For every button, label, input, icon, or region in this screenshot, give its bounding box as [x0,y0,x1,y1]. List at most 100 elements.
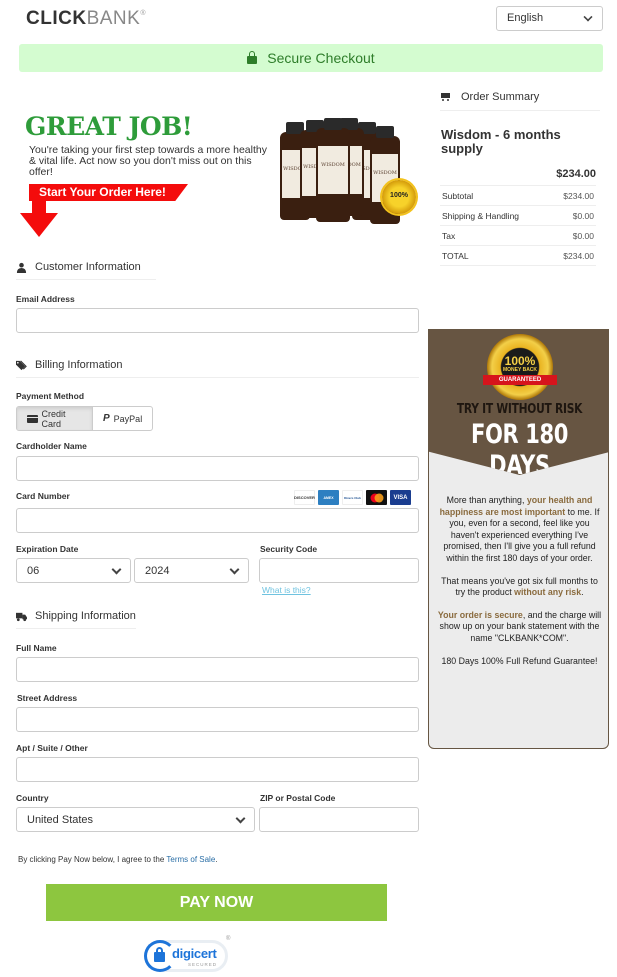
customer-info-title: Customer Information [35,261,141,273]
shipping-info-heading: Shipping Information [16,610,136,629]
arrow-head-icon [20,213,58,237]
chevron-down-icon [583,12,593,22]
bottle-image [316,118,350,222]
digicert-name: digicert [172,946,217,961]
expiration-label: Expiration Date [16,544,79,554]
card-brand-logos: DISCOVER AMEX Diners Club VISA [294,490,411,505]
street-address-label: Street Address [17,693,78,703]
card-number-field[interactable] [16,508,419,533]
payment-method-label: Payment Method [16,391,85,401]
visa-card-icon: VISA [390,490,411,505]
language-select[interactable]: English [496,6,603,31]
guarantee-body: More than anything, your health and happ… [437,495,602,678]
credit-card-icon [27,414,39,423]
billing-info-title: Billing Information [35,359,123,371]
guarantee-paragraph: 180 Days 100% Full Refund Guarantee! [441,655,598,666]
paypal-label: PayPal [113,413,143,424]
diners-card-icon: Diners Club [342,490,363,505]
email-field[interactable] [16,308,419,333]
guarantee-header: 100% MONEY BACK GUARANTEED TRY IT WITHOU… [429,330,608,475]
exp-year-value: 2024 [145,565,170,577]
mastercard-icon [366,490,387,505]
chevron-down-icon [111,564,122,575]
guarantee-paragraph: Your order is secure, and the charge wil… [437,609,602,643]
secure-checkout-banner: Secure Checkout [19,44,603,72]
clickbank-logo: CLICKBANK® [26,8,146,30]
secure-checkout-label: Secure Checkout [267,50,375,66]
start-order-banner: Start Your Order Here! [29,184,188,201]
summary-row: Shipping & Handling $0.00 [440,205,596,226]
arrow-down-icon [32,200,46,214]
product-price: $234.00 [556,168,596,180]
guarantee-panel: 100% MONEY BACK GUARANTEED TRY IT WITHOU… [428,329,609,749]
credit-card-option[interactable]: Credit Card [17,407,93,430]
guarantee-line1: TRY IT WITHOUT RISK [456,402,583,417]
paypal-icon: P [103,413,110,424]
money-back-badge-icon: 100% MONEY BACK [487,334,553,400]
product-name: Wisdom - 6 months supply [441,127,561,156]
credit-card-label: Credit Card [41,408,66,429]
truck-icon [16,612,27,621]
logo-bold-text: CLICK [26,8,87,29]
summary-row: TOTAL $234.00 [440,245,596,266]
apt-suite-label: Apt / Suite / Other [16,743,88,753]
lock-icon [247,51,258,64]
street-address-field[interactable] [16,707,419,732]
guaranteed-ribbon: GUARANTEED [483,375,557,385]
guarantee-seal-icon [382,180,416,214]
what-is-this-link[interactable]: What is this? [262,585,311,595]
lock-icon [154,947,165,962]
digicert-seal[interactable]: digicert SECURED ® [144,936,231,974]
hero-title: GREAT JOB! [25,112,193,141]
language-value: English [507,12,544,24]
customer-info-heading: Customer Information [16,261,156,280]
full-name-label: Full Name [16,643,57,653]
terms-text: By clicking Pay Now below, I agree to th… [18,855,218,864]
card-number-label: Card Number [16,491,70,501]
shopping-cart-icon [440,92,451,102]
exp-year-select[interactable]: 2024 [134,558,249,583]
exp-month-select[interactable]: 06 [16,558,131,583]
pay-now-button[interactable]: PAY NOW [46,884,387,921]
order-summary-table: Subtotal $234.00 Shipping & Handling $0.00… [440,185,596,266]
chevron-down-icon [229,564,240,575]
registered-mark: ® [226,936,231,942]
guarantee-line2: FOR 180 DAYS [470,419,569,481]
summary-row: Subtotal $234.00 [440,185,596,206]
country-value: United States [27,814,94,826]
logo-registered-mark: ® [140,10,146,17]
guarantee-paragraph: That means you've got six full months to… [441,575,598,598]
email-label: Email Address [16,294,75,304]
security-code-field[interactable] [259,558,419,583]
shipping-info-title: Shipping Information [35,610,136,622]
cardholder-label: Cardholder Name [16,441,87,451]
amex-card-icon: AMEX [318,490,339,505]
product-image [270,118,416,230]
exp-month-value: 06 [27,565,40,577]
logo-light-text: BANK [86,8,141,29]
guarantee-paragraph: More than anything, your health and happ… [439,495,600,563]
digicert-secured: SECURED [188,962,218,967]
terms-suffix: . [215,855,218,864]
country-select[interactable]: United States [16,807,255,832]
full-name-field[interactable] [16,657,419,682]
zip-field[interactable] [259,807,419,832]
security-code-label: Security Code [260,544,318,554]
tags-icon [16,360,27,370]
terms-prefix: By clicking Pay Now below, I agree to th… [18,855,167,864]
user-icon [16,262,27,273]
discover-card-icon: DISCOVER [294,490,315,505]
summary-row: Tax $0.00 [440,225,596,246]
country-label: Country [16,793,49,803]
chevron-down-icon [235,813,246,824]
payment-method-toggle: Credit Card P PayPal [16,406,154,431]
terms-of-sale-link[interactable]: Terms of Sale [166,855,215,864]
order-summary-title: Order Summary [461,91,540,103]
paypal-option[interactable]: P PayPal [93,407,152,430]
zip-label: ZIP or Postal Code [260,793,336,803]
order-summary-heading: Order Summary [440,91,600,111]
apt-suite-field[interactable] [16,757,419,782]
billing-info-heading: Billing Information [16,359,419,378]
hero-text: You're taking your first step towards a … [29,144,267,178]
cardholder-name-field[interactable] [16,456,419,481]
